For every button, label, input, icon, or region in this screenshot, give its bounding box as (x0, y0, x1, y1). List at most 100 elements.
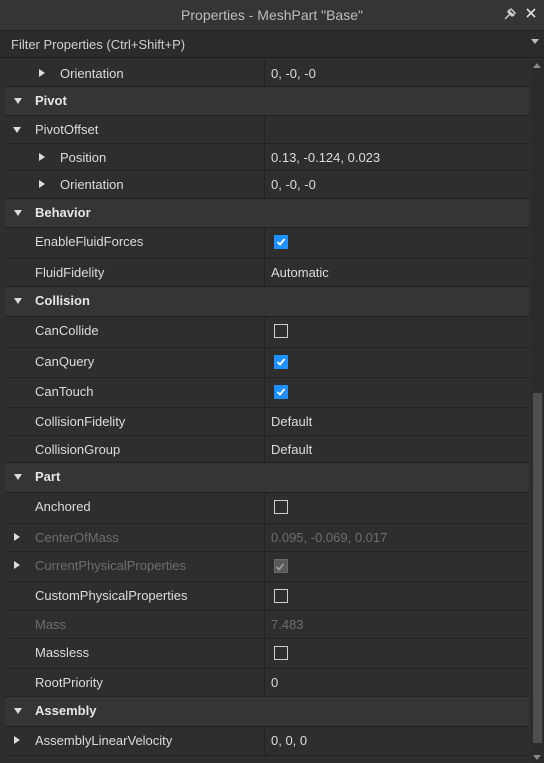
property-row[interactable]: FluidFidelity Automatic (5, 259, 529, 287)
property-name-cell: CollisionGroup (5, 436, 265, 462)
property-value[interactable]: Automatic (271, 259, 329, 287)
property-name-cell: FluidFidelity (5, 259, 265, 286)
property-label: CustomPhysicalProperties (35, 588, 188, 603)
collapse-icon[interactable] (14, 708, 22, 714)
property-checkbox[interactable] (274, 385, 288, 399)
property-label: Position (60, 150, 107, 165)
property-label: CollisionGroup (35, 442, 121, 457)
collapse-icon[interactable] (13, 127, 21, 133)
property-name-cell: AssemblyLinearVelocity (5, 727, 265, 755)
property-row[interactable]: Mass 7.483 (5, 611, 529, 639)
property-row[interactable]: CanQuery (5, 348, 529, 378)
property-checkbox[interactable] (274, 235, 288, 249)
category-row[interactable]: Part (5, 463, 529, 493)
property-value: 7.483 (271, 617, 304, 632)
title-bar: Properties - MeshPart "Base" (0, 0, 544, 31)
property-value[interactable]: 0.13, -0.124, 0.023 (271, 144, 380, 172)
expand-icon[interactable] (39, 69, 45, 77)
property-checkbox[interactable] (274, 355, 288, 369)
property-name-cell: CanCollide (5, 317, 265, 347)
property-row[interactable]: Anchored (5, 493, 529, 524)
property-checkbox[interactable] (274, 324, 288, 338)
property-row[interactable]: CurrentPhysicalProperties (5, 552, 529, 582)
property-name-cell: Mass (5, 611, 265, 638)
property-name-cell: Massless (5, 639, 265, 668)
property-checkbox[interactable] (274, 646, 288, 660)
property-checkbox[interactable] (274, 500, 288, 514)
property-name-cell: Orientation (5, 60, 265, 86)
property-name-cell: EnableFluidForces (5, 228, 265, 258)
expand-icon[interactable] (14, 561, 20, 569)
property-label: Massless (35, 645, 90, 660)
pin-icon[interactable] (502, 7, 518, 23)
collapse-icon[interactable] (14, 98, 22, 104)
property-row[interactable]: CollisionGroup Default (5, 436, 529, 463)
property-name-cell: RootPriority (5, 669, 265, 696)
property-label: FluidFidelity (35, 265, 105, 280)
property-value[interactable]: Default (271, 408, 312, 436)
property-value[interactable]: 0, -0, -0 (271, 171, 316, 199)
property-name-cell: CanQuery (5, 348, 265, 377)
property-name-cell: CanTouch (5, 378, 265, 407)
category-row[interactable]: Behavior (5, 199, 529, 228)
category-header: Assembly (5, 697, 529, 726)
property-name-cell: CustomPhysicalProperties (5, 582, 265, 610)
category-header: Collision (5, 287, 529, 316)
scroll-down-icon[interactable] (533, 755, 541, 760)
window-title: Properties - MeshPart "Base" (181, 7, 363, 23)
category-row[interactable]: Collision (5, 287, 529, 317)
collapse-icon[interactable] (14, 298, 22, 304)
property-row[interactable]: AssemblyLinearVelocity 0, 0, 0 (5, 727, 529, 756)
expand-icon[interactable] (14, 736, 20, 744)
category-label: Pivot (35, 93, 67, 108)
property-name-cell: CenterOfMass (5, 524, 265, 551)
category-row[interactable]: Pivot (5, 87, 529, 116)
property-checkbox[interactable] (274, 589, 288, 603)
property-label: CenterOfMass (35, 530, 119, 545)
category-header: Pivot (5, 87, 529, 115)
close-icon[interactable] (523, 7, 539, 23)
property-row[interactable]: PivotOffset (5, 116, 529, 144)
property-row[interactable]: EnableFluidForces (5, 228, 529, 259)
scroll-up-icon[interactable] (533, 63, 541, 68)
property-label: CanTouch (35, 384, 94, 399)
property-label: Anchored (35, 499, 91, 514)
property-value: 0.095, -0.069, 0.017 (271, 530, 388, 545)
property-value[interactable]: 0 (271, 669, 278, 697)
category-row[interactable]: Assembly (5, 697, 529, 727)
collapse-icon[interactable] (14, 474, 22, 480)
property-value[interactable]: 0, 0, 0 (271, 727, 307, 755)
property-row[interactable]: CenterOfMass 0.095, -0.069, 0.017 (5, 524, 529, 552)
property-value[interactable]: Default (271, 436, 312, 464)
property-name-cell: PivotOffset (5, 116, 265, 143)
category-header: Part (5, 463, 529, 492)
vertical-scrollbar[interactable] (531, 60, 544, 763)
property-row[interactable]: Orientation 0, -0, -0 (5, 60, 529, 87)
property-row[interactable]: Position 0.13, -0.124, 0.023 (5, 144, 529, 171)
property-label: CanQuery (35, 354, 95, 369)
category-label: Part (35, 469, 61, 484)
property-row[interactable]: CollisionFidelity Default (5, 408, 529, 436)
property-name-cell: CurrentPhysicalProperties (5, 552, 265, 581)
scrollbar-thumb[interactable] (533, 393, 542, 743)
property-row[interactable]: CanTouch (5, 378, 529, 408)
filter-properties-input[interactable]: Filter Properties (Ctrl+Shift+P) (0, 31, 544, 58)
category-label: Assembly (35, 703, 97, 718)
property-label: CanCollide (35, 323, 99, 338)
property-row[interactable]: CustomPhysicalProperties (5, 582, 529, 611)
expand-icon[interactable] (39, 180, 45, 188)
collapse-icon[interactable] (14, 210, 22, 216)
property-row[interactable]: RootPriority 0 (5, 669, 529, 697)
filter-dropdown-icon[interactable] (531, 39, 539, 44)
expand-icon[interactable] (39, 153, 45, 161)
property-label: PivotOffset (35, 122, 99, 137)
property-name-cell: Anchored (5, 493, 265, 523)
property-label: CollisionFidelity (35, 414, 126, 429)
expand-icon[interactable] (14, 533, 20, 541)
property-row[interactable]: Massless (5, 639, 529, 669)
filter-placeholder: Filter Properties (Ctrl+Shift+P) (11, 37, 186, 52)
property-value[interactable]: 0, -0, -0 (271, 60, 316, 88)
property-name-cell: CollisionFidelity (5, 408, 265, 435)
property-row[interactable]: Orientation 0, -0, -0 (5, 171, 529, 199)
property-row[interactable]: CanCollide (5, 317, 529, 348)
